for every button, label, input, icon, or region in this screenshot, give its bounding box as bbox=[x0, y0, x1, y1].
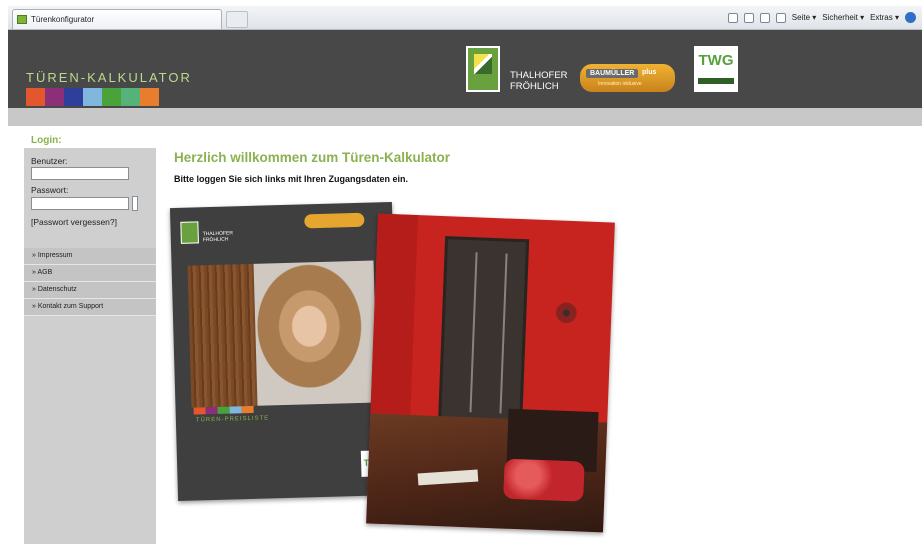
strip-swatch bbox=[205, 406, 218, 415]
sidebar-item-datenschutz[interactable]: » Datenschutz bbox=[24, 282, 156, 299]
swatch bbox=[83, 88, 102, 106]
login-title: Login: bbox=[31, 135, 62, 146]
swatch bbox=[140, 88, 159, 106]
strip-swatch bbox=[229, 406, 242, 414]
favicon-icon bbox=[17, 15, 27, 24]
door-inlay bbox=[499, 253, 508, 414]
brochure-thalhofer-text: THALHOFER FRÖHLICH bbox=[202, 230, 234, 244]
new-tab-button[interactable] bbox=[226, 11, 248, 28]
browser-tools: Seite ▾ Sicherheit ▾ Extras ▾ bbox=[727, 12, 916, 23]
swatch bbox=[102, 88, 121, 106]
tools-menu[interactable]: Extras ▾ bbox=[870, 13, 899, 22]
password-label: Passwort: bbox=[31, 185, 69, 195]
twg-logo: TWG bbox=[694, 46, 738, 92]
swatch bbox=[121, 88, 140, 106]
security-menu[interactable]: Sicherheit ▾ bbox=[822, 13, 864, 22]
site-header: TÜREN-KALKULATOR THALHOFER FRÖHLICH BAUM… bbox=[8, 30, 922, 108]
door-room-photo bbox=[366, 213, 615, 533]
twg-text: TWG bbox=[698, 52, 734, 69]
door-inlay bbox=[469, 252, 478, 413]
wall-fan bbox=[553, 300, 579, 326]
forgot-password-link[interactable]: [Passwort vergessen?] bbox=[31, 217, 117, 227]
help-icon[interactable] bbox=[905, 12, 916, 23]
sidebar-item-agb[interactable]: » AGB bbox=[24, 265, 156, 282]
header-band bbox=[8, 108, 922, 126]
swatch bbox=[64, 88, 83, 106]
swatch bbox=[26, 88, 45, 106]
site-title: TÜREN-KALKULATOR bbox=[26, 70, 192, 85]
red-pillow bbox=[503, 458, 585, 502]
baumueller-name: BAUMÜLLER bbox=[586, 69, 639, 78]
swatch bbox=[45, 88, 64, 106]
print-icon[interactable] bbox=[775, 12, 786, 23]
brochure-label: TÜREN-PREISLISTE bbox=[195, 415, 270, 424]
password-field[interactable] bbox=[31, 197, 129, 210]
strip-swatch bbox=[217, 406, 230, 414]
dark-door bbox=[437, 236, 530, 430]
mail-icon[interactable] bbox=[759, 12, 770, 23]
thalhofer-text: THALHOFER FRÖHLICH bbox=[510, 70, 568, 92]
login-instruction: Bitte loggen Sie sich links mit Ihren Zu… bbox=[174, 174, 409, 184]
browser-toolbar: Türenkonfigurator Seite ▾ Sicherheit ▾ E… bbox=[8, 6, 922, 30]
sidebar-item-impressum[interactable]: » Impressum bbox=[24, 248, 156, 265]
color-swatches bbox=[26, 88, 159, 106]
tab-title: Türenkonfigurator bbox=[31, 15, 95, 24]
sidebar-item-support[interactable]: » Kontakt zum Support bbox=[24, 299, 156, 316]
home-icon[interactable] bbox=[727, 12, 738, 23]
user-field[interactable] bbox=[31, 167, 129, 180]
login-submit-button[interactable] bbox=[132, 196, 138, 211]
wood-door-image bbox=[187, 263, 258, 408]
brochure-color-strip bbox=[193, 405, 254, 415]
wall bbox=[370, 213, 419, 415]
baumueller-tagline: Innovation inklusive bbox=[598, 81, 642, 87]
baumueller-logo: BAUMÜLLER plus Innovation inklusive bbox=[580, 64, 675, 92]
thalhofer-logo bbox=[466, 46, 500, 92]
page-title: Herzlich willkommen zum Türen-Kalkulator bbox=[174, 150, 451, 165]
strip-swatch bbox=[193, 407, 206, 415]
thalhofer-logo-small bbox=[180, 221, 199, 244]
user-label: Benutzer: bbox=[31, 156, 68, 166]
feeds-icon[interactable] bbox=[743, 12, 754, 23]
browser-tab[interactable]: Türenkonfigurator bbox=[12, 9, 222, 29]
baumueller-plus: plus bbox=[642, 69, 657, 76]
price-list-brochure: THALHOFER FRÖHLICH TÜREN-PREISLISTE TWG bbox=[169, 201, 401, 502]
page-menu[interactable]: Seite ▾ bbox=[792, 13, 816, 22]
twg-bar bbox=[698, 78, 734, 84]
leaf-icon bbox=[474, 54, 492, 74]
strip-swatch bbox=[241, 405, 254, 414]
left-margin bbox=[8, 126, 24, 544]
baumueller-logo-small bbox=[304, 212, 365, 229]
portrait-image bbox=[253, 260, 378, 406]
sidebar-menu: » Impressum » AGB » Datenschutz » Kontak… bbox=[24, 248, 156, 316]
